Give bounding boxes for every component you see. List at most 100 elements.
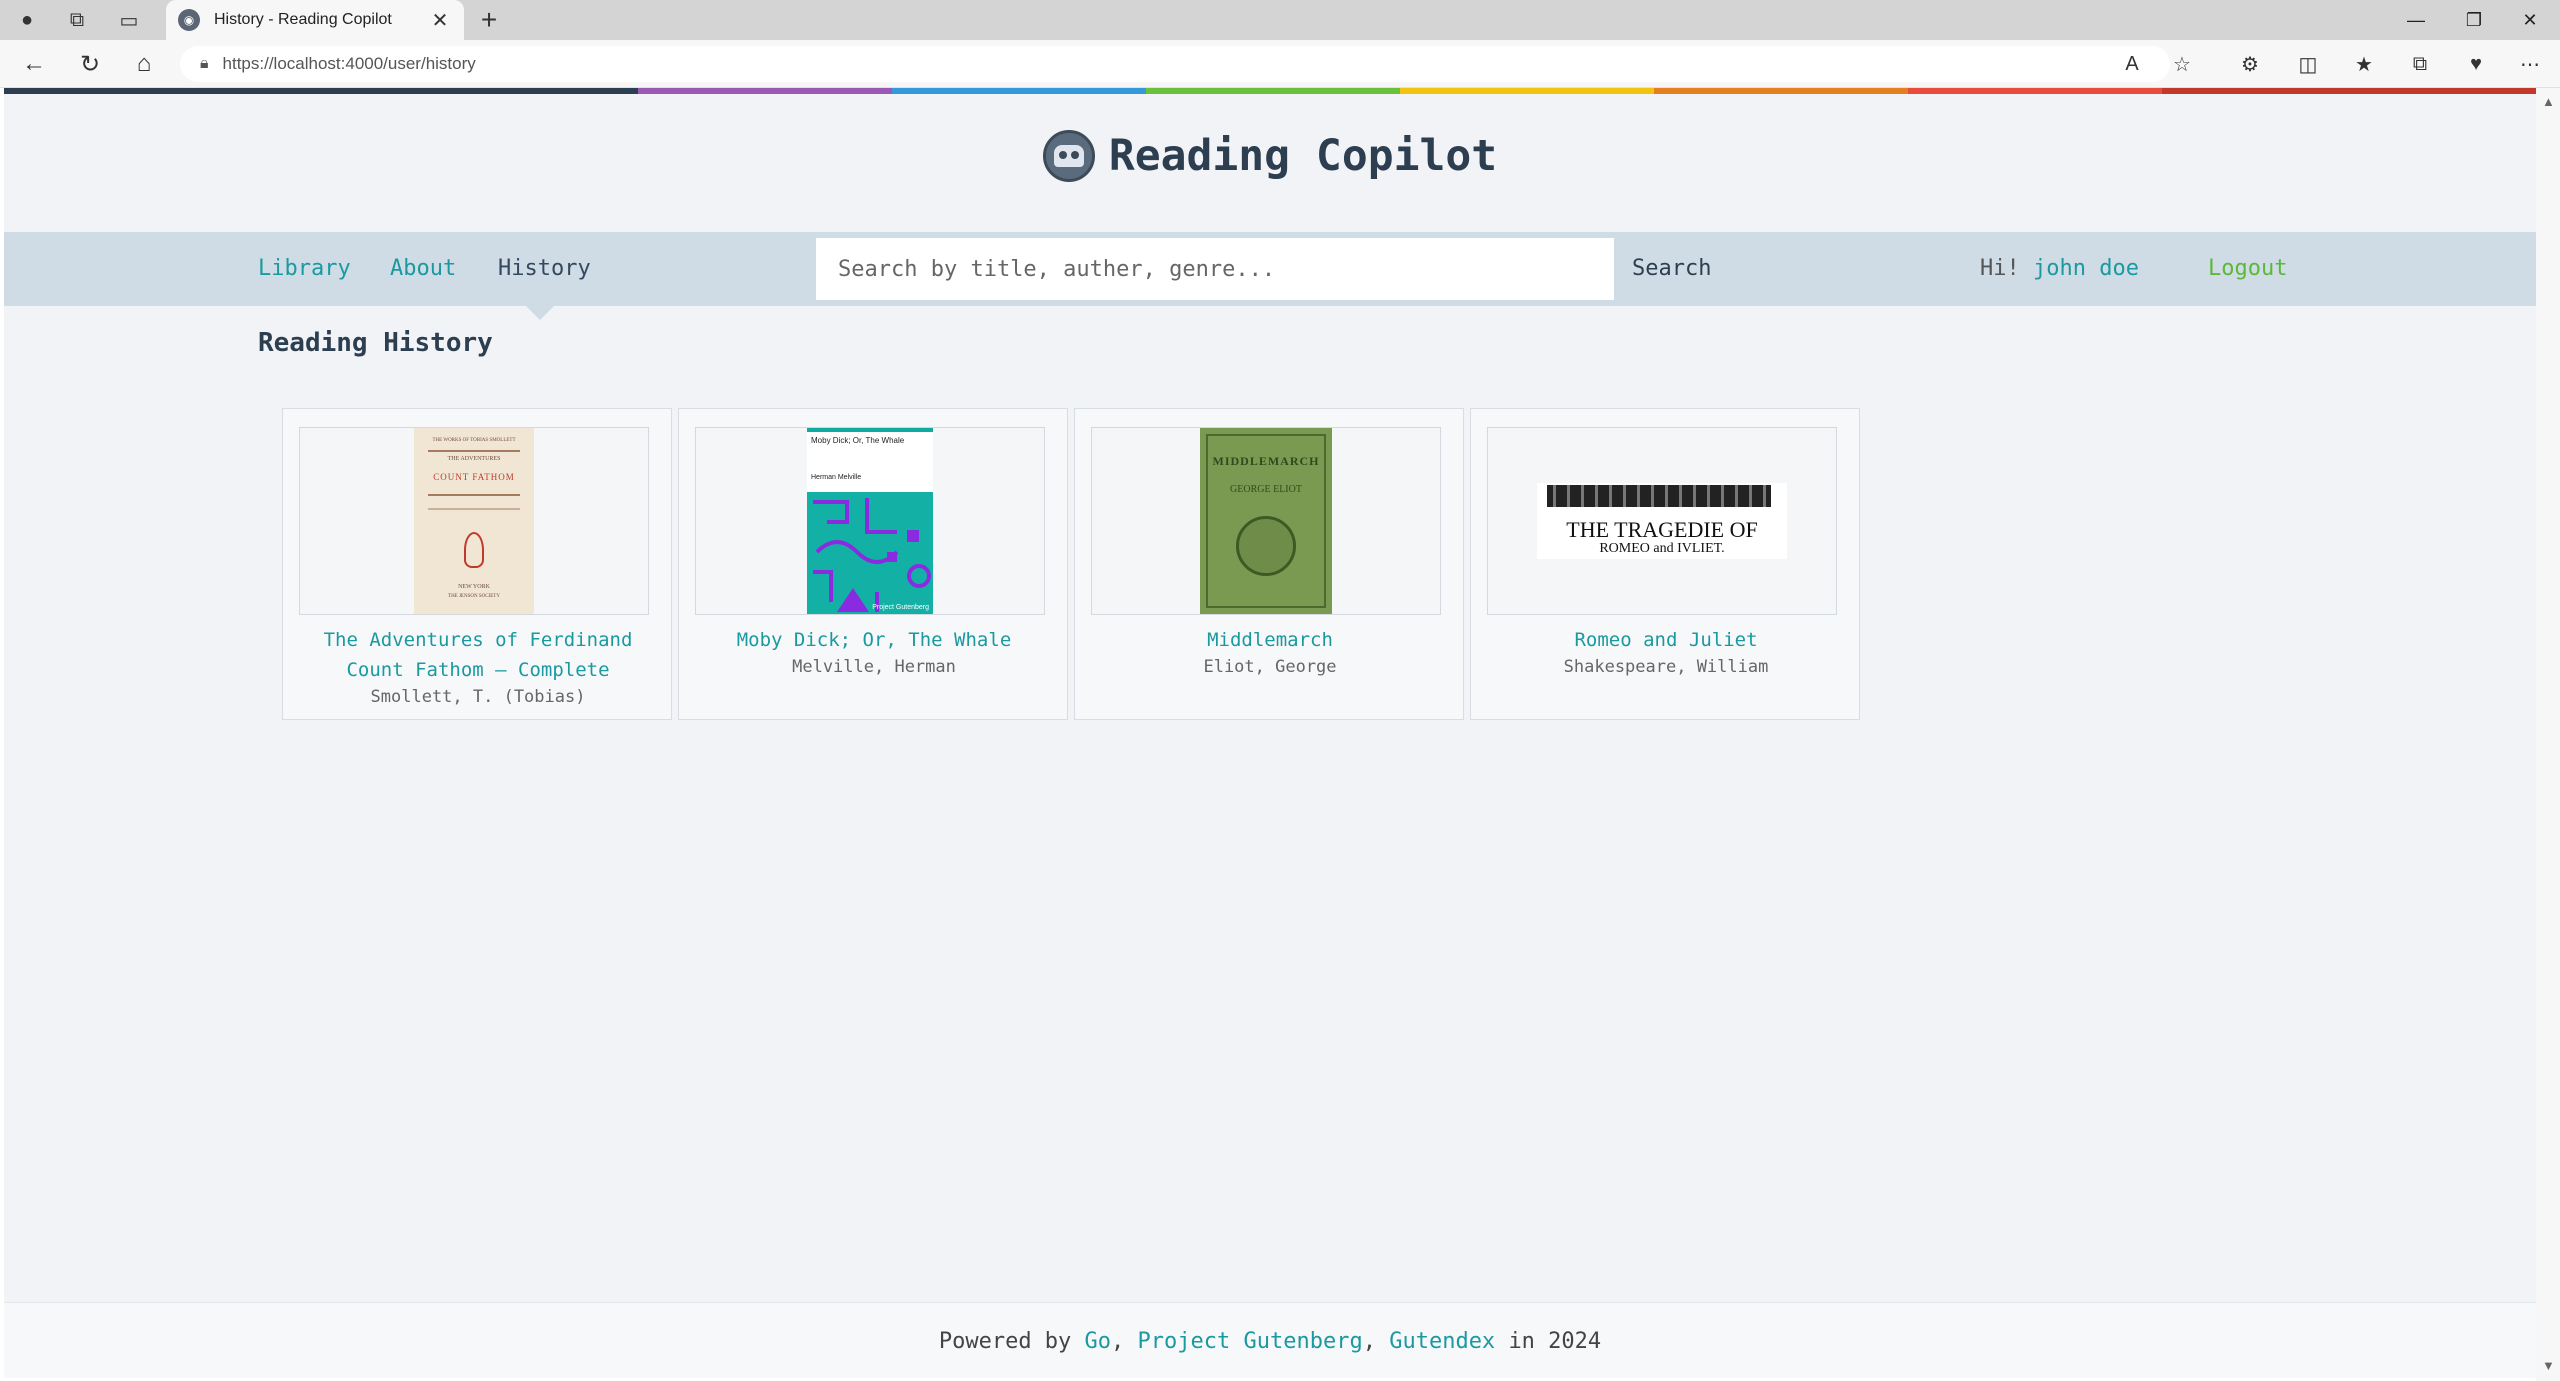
close-window-icon[interactable]: ✕	[2502, 0, 2558, 40]
cover-text: Herman Melville	[811, 474, 862, 481]
favorite-star-icon[interactable]: ☆	[2164, 48, 2200, 80]
address-bar[interactable]: 🔒︎ https://localhost:4000/user/history	[180, 46, 2170, 82]
restore-icon[interactable]: ❐	[2446, 0, 2502, 40]
book-card[interactable]: THE TRAGEDIE OF ROMEO and IVLIET. Romeo …	[1470, 408, 1860, 720]
cover-text: THE TRAGEDIE OF	[1566, 517, 1758, 542]
footer-separator: ,	[1362, 1329, 1376, 1354]
url-text: https://localhost:4000/user/history	[222, 54, 476, 73]
book-author: Shakespeare, William	[1563, 657, 1769, 677]
cover-text: GEORGE ELIOT	[1230, 484, 1302, 495]
active-nav-indicator	[526, 306, 554, 320]
footer-link-gutendex[interactable]: Gutendex	[1389, 1329, 1495, 1354]
book-cover-image: MIDDLEMARCH GEORGE ELIOT	[1200, 428, 1332, 614]
browser-tabstrip: ● ⧉ ▭ ◉ History - Reading Copilot ✕ + — …	[0, 0, 2560, 40]
browser-essentials-icon[interactable]: ♥	[2458, 48, 2494, 80]
nav-library[interactable]: Library	[258, 256, 351, 281]
book-card[interactable]: MIDDLEMARCH GEORGE ELIOT Middlemarch Eli…	[1074, 408, 1464, 720]
rainbow-segment	[638, 88, 892, 94]
cover-emblem-icon	[464, 532, 484, 568]
page-title: Reading History	[258, 328, 493, 358]
book-title-link[interactable]: Moby Dick; Or, The Whale	[689, 625, 1059, 655]
profile-icon[interactable]: ●	[10, 4, 44, 36]
new-tab-icon[interactable]: +	[472, 4, 506, 36]
book-author: Eliot, George	[1203, 657, 1337, 677]
cover-text: Project Gutenberg	[872, 604, 929, 611]
book-title-link[interactable]: The Adventures of Ferdinand Count Fathom…	[293, 625, 663, 685]
cover-text: MIDDLEMARCH	[1212, 454, 1320, 468]
scroll-up-icon[interactable]: ▲	[2542, 94, 2555, 109]
footer-separator: ,	[1111, 1329, 1125, 1354]
rainbow-segment	[1908, 88, 2162, 94]
tab-favicon-icon: ◉	[178, 9, 200, 31]
copilot-logo-icon	[1042, 130, 1095, 182]
book-author: Smollett, T. (Tobias)	[370, 687, 586, 707]
rainbow-segment	[892, 88, 1146, 94]
footer-link-project-gutenberg[interactable]: Project Gutenberg	[1138, 1329, 1363, 1354]
nav-about[interactable]: About	[390, 256, 456, 281]
cover-text: NEW YORK	[458, 584, 490, 590]
navbar: Library About History Search Hi! john do…	[4, 232, 2536, 306]
favorites-icon[interactable]: ★	[2346, 48, 2382, 80]
footer-text: Powered by Go, Project Gutenberg, Gutend…	[4, 1329, 2536, 1354]
search-input[interactable]	[816, 238, 1614, 300]
read-aloud-icon[interactable]: A	[2114, 48, 2150, 80]
book-cover-image: Moby Dick; Or, The Whale Herman Melville	[807, 428, 933, 614]
rainbow-segment	[1146, 88, 1400, 94]
search-button[interactable]: Search	[1632, 256, 1711, 281]
page-viewport: Reading Copilot Library About History Se…	[4, 88, 2536, 1378]
book-author: Melville, Herman	[792, 657, 956, 677]
cover-pattern: Project Gutenberg	[807, 492, 933, 614]
book-title-link[interactable]: Romeo and Juliet	[1481, 625, 1851, 655]
tab-close-icon[interactable]: ✕	[428, 8, 452, 33]
book-title-link[interactable]: Middlemarch	[1085, 625, 1455, 655]
lock-icon: 🔒︎	[200, 55, 209, 72]
refresh-icon[interactable]: ↻	[72, 48, 108, 80]
rainbow-segment	[1400, 88, 1654, 94]
user-greeting: Hi! john doe	[1980, 256, 2139, 281]
rainbow-segment	[2162, 88, 2536, 94]
more-menu-icon[interactable]: ⋯	[2512, 48, 2548, 80]
book-cover[interactable]: THE TRAGEDIE OF ROMEO and IVLIET.	[1487, 427, 1837, 615]
logout-link[interactable]: Logout	[2208, 256, 2287, 281]
minimize-icon[interactable]: —	[2388, 0, 2444, 40]
book-cover[interactable]: THE WORKS OF TOBIAS SMOLLETT THE ADVENTU…	[299, 427, 649, 615]
cover-ornament	[1547, 485, 1771, 507]
greeting-text: Hi!	[1980, 256, 2020, 281]
book-card[interactable]: Moby Dick; Or, The Whale Herman Melville	[678, 408, 1068, 720]
collections-icon[interactable]: ⧉	[2402, 48, 2438, 80]
rainbow-segment	[1654, 88, 1908, 94]
book-card[interactable]: THE WORKS OF TOBIAS SMOLLETT THE ADVENTU…	[282, 408, 672, 720]
rainbow-segment	[4, 88, 638, 94]
browser-tab-active[interactable]: ◉ History - Reading Copilot ✕	[166, 0, 464, 40]
rainbow-bar	[4, 88, 2536, 94]
cover-text: THE ADVENTURES	[447, 456, 501, 462]
book-cover[interactable]: Moby Dick; Or, The Whale Herman Melville	[695, 427, 1045, 615]
home-icon[interactable]: ⌂	[126, 48, 162, 80]
tab-title: History - Reading Copilot	[214, 11, 392, 28]
tab-actions-icon[interactable]: ▭	[112, 4, 146, 36]
footer-powered-text: Powered by	[938, 1329, 1072, 1354]
cover-text: Moby Dick; Or, The Whale	[811, 436, 905, 445]
vertical-scrollbar[interactable]: ▲ ▼	[2536, 88, 2560, 1381]
cover-medallion-icon	[1236, 516, 1296, 576]
nav-history[interactable]: History	[498, 256, 591, 281]
username-link[interactable]: john doe	[2033, 256, 2139, 281]
book-cover-image: THE WORKS OF TOBIAS SMOLLETT THE ADVENTU…	[414, 428, 534, 614]
split-screen-icon[interactable]: ◫	[2290, 48, 2326, 80]
back-icon[interactable]: ←	[16, 48, 52, 80]
footer-year-text: in 2024	[1508, 1329, 1602, 1354]
footer-link-go[interactable]: Go	[1085, 1329, 1112, 1354]
scroll-down-icon[interactable]: ▼	[2542, 1358, 2555, 1373]
site-title: Reading Copilot	[1108, 131, 1498, 181]
cover-text: THE WORKS OF TOBIAS SMOLLETT	[432, 438, 516, 443]
browser-toolbar: ← ↻ ⌂ 🔒︎ https://localhost:4000/user/his…	[0, 40, 2560, 88]
cover-text: ROMEO and IVLIET.	[1599, 541, 1725, 556]
cover-text: COUNT FATHOM	[433, 472, 515, 482]
book-cover[interactable]: MIDDLEMARCH GEORGE ELIOT	[1091, 427, 1441, 615]
footer: Powered by Go, Project Gutenberg, Gutend…	[4, 1302, 2536, 1378]
book-cover-image: THE TRAGEDIE OF ROMEO and IVLIET.	[1537, 483, 1787, 559]
cover-text: THE JENSON SOCIETY	[448, 594, 500, 599]
workspaces-icon[interactable]: ⧉	[60, 4, 94, 36]
extensions-icon[interactable]: ⚙	[2232, 48, 2268, 80]
site-header: Reading Copilot	[4, 130, 2536, 182]
